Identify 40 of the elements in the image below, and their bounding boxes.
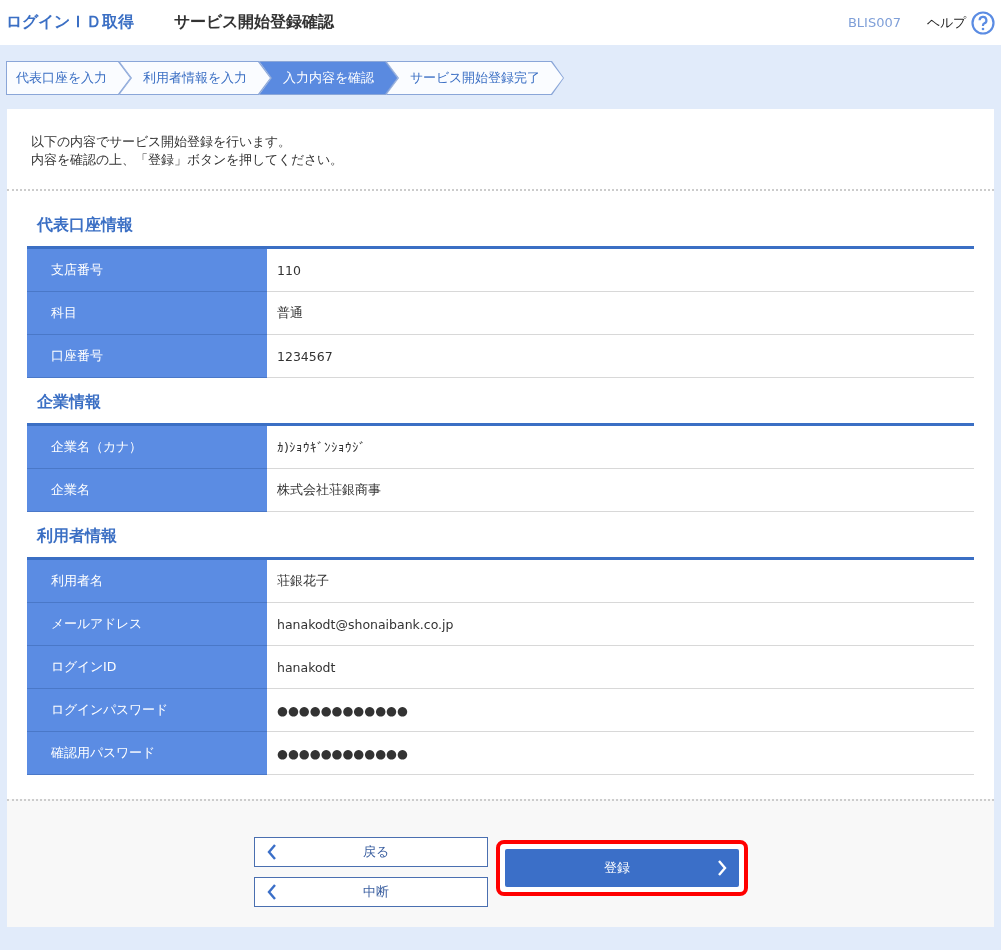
field-label: 企業名 [27,469,267,512]
field-label: 利用者名 [27,560,267,603]
page-title: ログインＩＤ取得 [6,12,134,33]
help-link[interactable]: ヘルプ [927,10,995,35]
field-value: 1234567 [276,347,333,366]
chevron-right-icon [716,860,727,876]
cancel-button[interactable]: 中断 [253,877,488,907]
help-icon [971,10,995,35]
field-label: 支店番号 [27,249,267,292]
section-title: 代表口座情報 [35,214,134,236]
page-subtitle: サービス開始登録確認 [174,12,334,33]
field-value: hanakodt@shonaibank.co.jp [276,615,454,634]
field-value: ●●●●●●●●●●●● [276,701,408,720]
progress-step: サービス開始登録完了 [386,61,564,95]
progress-step: 入力内容を確認 [259,61,398,95]
field-label: 口座番号 [27,335,267,378]
progress-step: 代表口座を入力 [6,61,131,95]
field-value: ●●●●●●●●●●●● [276,744,408,763]
field-label: 科目 [27,292,267,335]
field-label: ログインID [27,646,267,689]
field-value: 荘銀花子 [276,571,329,590]
field-value: ｶ)ｼｮｳｷﾞﾝｼｮｳｼﾞ [276,438,366,457]
field-value: 株式会社荘銀商事 [276,480,381,499]
section-title: 利用者情報 [35,525,118,547]
progress-step: 利用者情報を入力 [119,61,271,95]
field-label: メールアドレス [27,603,267,646]
field-label: 確認用パスワード [27,732,267,775]
section-title: 企業情報 [36,391,102,413]
field-value: 110 [276,261,301,280]
intro-text: 内容を確認の上、「登録」ボタンを押してください。 [31,151,344,169]
register-button[interactable]: 登録 [504,849,739,887]
field-label: ログインパスワード [27,689,267,732]
field-value: hanakodt [276,658,336,677]
chevron-left-icon [266,884,277,900]
chevron-left-icon [266,844,277,860]
screen-id: BLIS007 [847,15,901,30]
back-button[interactable]: 戻る [253,837,488,867]
field-label: 企業名（カナ） [27,426,267,469]
intro-text: 以下の内容でサービス開始登録を行います。 [31,133,292,151]
field-value: 普通 [276,303,303,322]
